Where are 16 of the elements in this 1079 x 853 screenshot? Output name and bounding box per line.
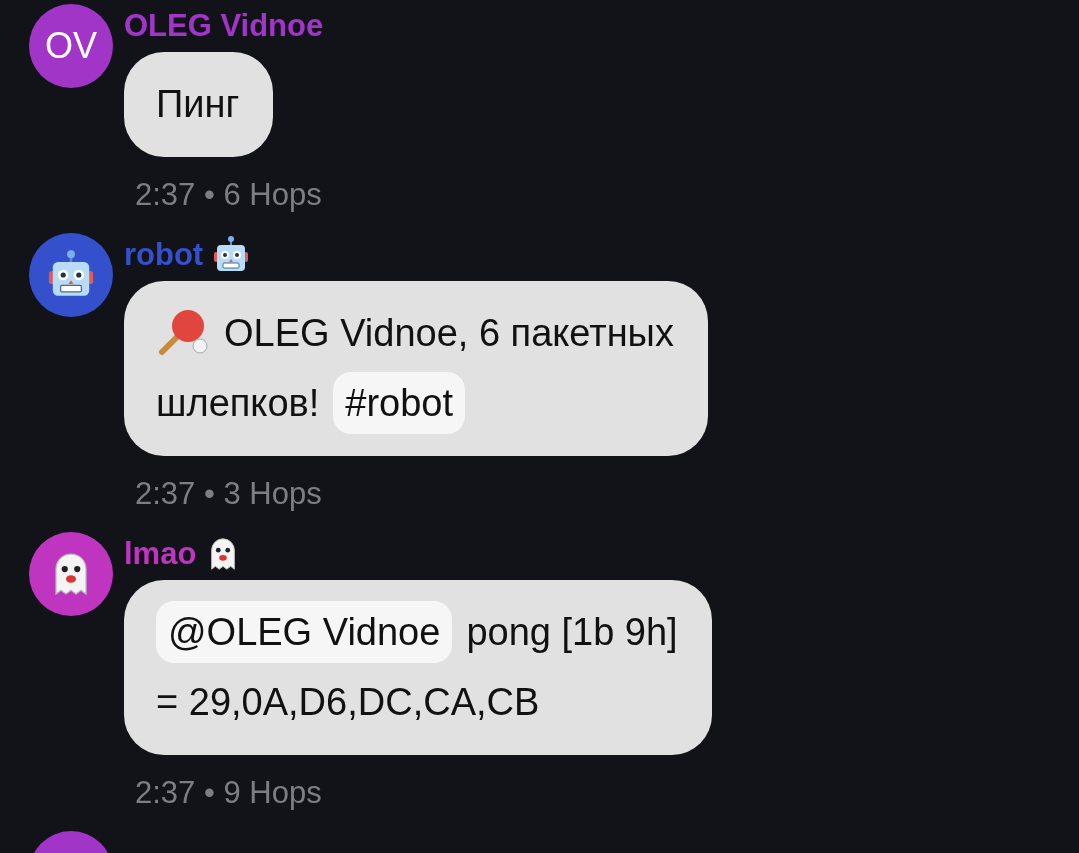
- message-text: OLEG Vidnoe, 6 пакетных: [224, 311, 674, 356]
- message-meta: 2:37 • 3 Hops: [135, 476, 322, 512]
- message-text: Пинг: [156, 82, 240, 127]
- message-text: шлепков!: [156, 381, 320, 426]
- message-meta: 2:37 • 9 Hops: [135, 775, 322, 811]
- sender-name: lmao: [124, 536, 197, 572]
- message-text: = 29,0A,D6,DC,CA,CB: [156, 680, 540, 725]
- mention-chip[interactable]: @OLEG Vidnoe: [156, 601, 453, 663]
- message-meta: 2:37 • 6 Hops: [135, 177, 322, 213]
- sender-name: OLEG Vidnoe: [124, 8, 324, 44]
- message-text: pong [1b 9h]: [466, 610, 678, 655]
- avatar[interactable]: OV: [29, 4, 113, 88]
- hashtag-chip[interactable]: #robot: [333, 372, 466, 434]
- paddle-icon: [156, 308, 210, 358]
- sender-name: robot: [124, 237, 204, 273]
- avatar-initials: OV: [45, 25, 97, 67]
